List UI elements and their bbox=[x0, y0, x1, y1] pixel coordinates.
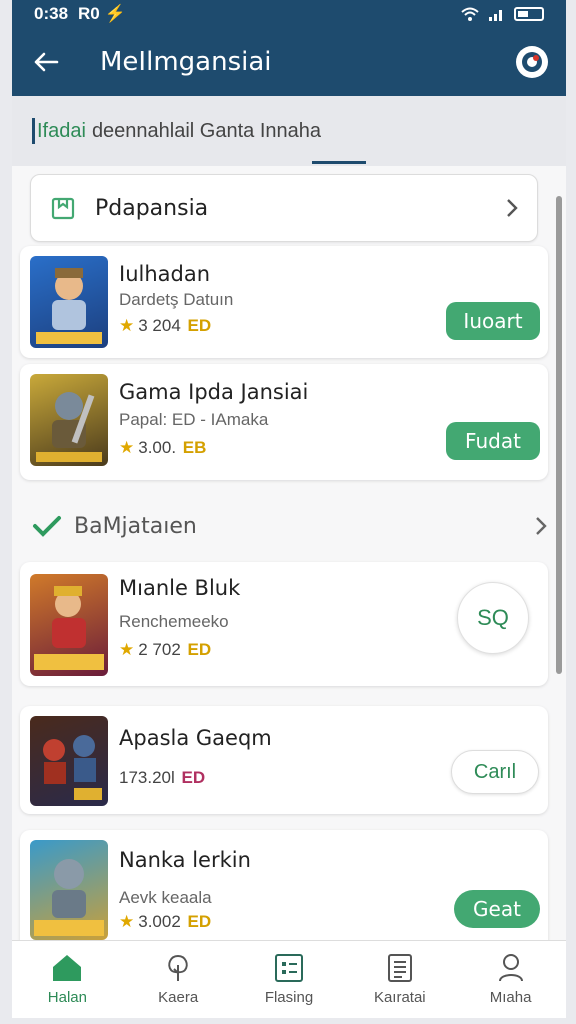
play-button[interactable]: SQ bbox=[457, 582, 529, 654]
profile-icon bbox=[522, 52, 542, 72]
install-button[interactable]: Iuoart bbox=[446, 302, 540, 340]
content-list[interactable]: Pdapansia Iulhadan Dardetş Datuın ★ 3 204… bbox=[12, 166, 566, 940]
wifi-icon bbox=[461, 7, 479, 21]
home-icon bbox=[53, 955, 82, 981]
bookmark-icon bbox=[51, 197, 75, 220]
person-icon bbox=[498, 954, 523, 982]
game-thumbnail bbox=[30, 574, 108, 676]
rating-badge: ED bbox=[187, 316, 212, 335]
app-name: Mıanle Bluk bbox=[119, 576, 241, 600]
section-header[interactable]: BaMjataıen bbox=[32, 506, 548, 546]
category-card[interactable]: Pdapansia bbox=[30, 174, 538, 242]
app-name: Gama Ipda Jansiai bbox=[119, 380, 309, 404]
document-icon bbox=[387, 954, 412, 982]
check-icon bbox=[33, 516, 61, 537]
nav-item-library[interactable]: Flasing bbox=[234, 941, 345, 1018]
star-icon: ★ bbox=[119, 912, 135, 931]
app-name: Apasla Gaeqm bbox=[119, 726, 272, 750]
rating-badge: EB bbox=[182, 438, 207, 457]
list-item[interactable]: Iulhadan Dardetş Datuın ★ 3 204 ED Iuoart bbox=[20, 246, 548, 358]
game-thumbnail bbox=[30, 840, 108, 940]
nav-item-documents[interactable]: Kaıratai bbox=[344, 941, 455, 1018]
bottom-nav: Halan Kaera Flasing Kaıratai Mıaha bbox=[12, 940, 566, 1018]
arrow-left-icon bbox=[34, 52, 59, 72]
install-button[interactable]: Fudat bbox=[446, 422, 540, 460]
get-button[interactable]: Geat bbox=[454, 890, 540, 928]
nav-label: Kaera bbox=[158, 989, 199, 1006]
app-rating: ★ 3 204 ED bbox=[119, 316, 212, 335]
game-thumbnail bbox=[30, 716, 108, 806]
tab-indicator bbox=[312, 161, 366, 164]
status-bar: 0:38 R0 ⚡ bbox=[12, 0, 566, 28]
star-icon: ★ bbox=[119, 438, 135, 457]
app-subtitle: Aevk keaala bbox=[119, 888, 212, 907]
app-bar: MeIlmgansiai bbox=[12, 28, 566, 96]
nav-label: Mıaha bbox=[489, 989, 532, 1006]
app-rating: ★ 3.00. EB bbox=[119, 438, 207, 457]
tree-icon bbox=[168, 954, 188, 981]
category-label: Pdapansia bbox=[95, 195, 209, 221]
rating-badge: ED bbox=[187, 640, 212, 659]
nav-label: Kaıratai bbox=[373, 989, 426, 1006]
star-icon: ★ bbox=[119, 316, 135, 335]
nav-item-explore[interactable]: Kaera bbox=[123, 941, 234, 1018]
status-extra: R0 ⚡ bbox=[78, 4, 126, 23]
app-subtitle: Papal: ED - IAmaka bbox=[119, 410, 269, 429]
status-time: 0:38 bbox=[34, 4, 69, 23]
app-name: Nanka lerkin bbox=[119, 848, 251, 872]
list-item[interactable]: Apasla Gaeqm 173.20Ɩ ED Carıl bbox=[20, 706, 548, 814]
star-icon: ★ bbox=[119, 640, 135, 659]
chevron-right-icon bbox=[507, 199, 518, 217]
text-cursor bbox=[32, 118, 35, 144]
cancel-button[interactable]: Carıl bbox=[451, 750, 539, 794]
game-thumbnail bbox=[30, 256, 108, 348]
nav-item-profile[interactable]: Mıaha bbox=[455, 941, 566, 1018]
app-rating: 173.20Ɩ ED bbox=[119, 768, 206, 787]
nav-label: Halan bbox=[47, 989, 87, 1006]
rating-badge: ED bbox=[181, 768, 206, 787]
back-button[interactable] bbox=[30, 46, 62, 78]
list-item[interactable]: Nanka lerkin Aevk keaala ★ 3.002 ED Geat bbox=[20, 830, 548, 940]
app-rating: ★ 2 702 ED bbox=[119, 640, 212, 659]
list-item[interactable]: Mıanle Bluk Renchemeeko ★ 2 702 ED SQ bbox=[20, 562, 548, 686]
grid-icon bbox=[274, 954, 303, 982]
avatar[interactable] bbox=[516, 46, 548, 78]
search-bar[interactable]: Ifadai deennahlail Ganta Innaha bbox=[12, 96, 566, 166]
app-subtitle: Dardetş Datuın bbox=[119, 290, 234, 309]
battery-icon bbox=[514, 7, 544, 21]
signal-icon bbox=[489, 10, 502, 21]
rating-badge: ED bbox=[187, 912, 212, 931]
app-name: Iulhadan bbox=[119, 262, 211, 286]
game-thumbnail bbox=[30, 374, 108, 466]
section-title: BaMjataıen bbox=[74, 513, 197, 539]
scrollbar[interactable] bbox=[556, 196, 562, 674]
app-rating: ★ 3.002 ED bbox=[119, 912, 212, 931]
list-item[interactable]: Gama Ipda Jansiai Papal: ED - IAmaka ★ 3.… bbox=[20, 364, 548, 480]
nav-label: Flasing bbox=[264, 989, 314, 1006]
search-text: deennahlail Ganta Innaha bbox=[91, 119, 322, 142]
nav-item-home[interactable]: Halan bbox=[12, 941, 123, 1018]
search-prefix: Ifadai bbox=[37, 119, 86, 142]
chevron-right-icon bbox=[536, 517, 547, 535]
page-title: MeIlmgansiai bbox=[100, 47, 272, 77]
app-subtitle: Renchemeeko bbox=[119, 612, 229, 631]
